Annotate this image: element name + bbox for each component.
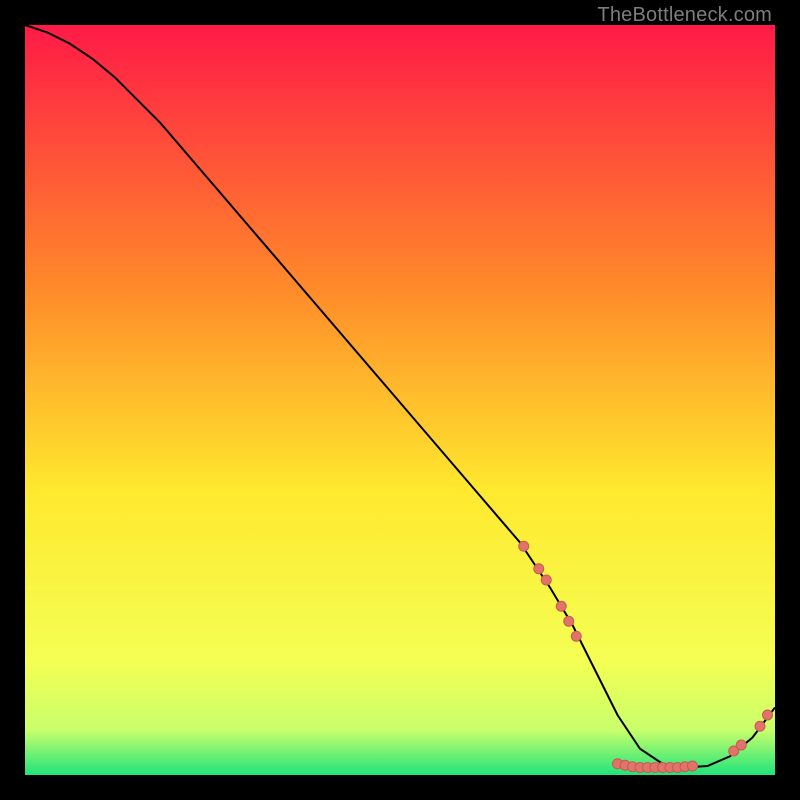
chart-stage: TheBottleneck.com [0, 0, 800, 800]
data-point [519, 541, 529, 551]
data-point [564, 616, 574, 626]
data-point [736, 740, 746, 750]
watermark-text: TheBottleneck.com [597, 4, 772, 27]
data-point [541, 575, 551, 585]
bottleneck-curve [25, 25, 775, 768]
data-point [571, 631, 581, 641]
data-points-group [519, 541, 773, 772]
data-point [688, 761, 698, 771]
data-point [755, 721, 765, 731]
plot-area [25, 25, 775, 775]
data-point [534, 564, 544, 574]
data-point [556, 601, 566, 611]
curve-layer [25, 25, 775, 775]
data-point [763, 710, 773, 720]
